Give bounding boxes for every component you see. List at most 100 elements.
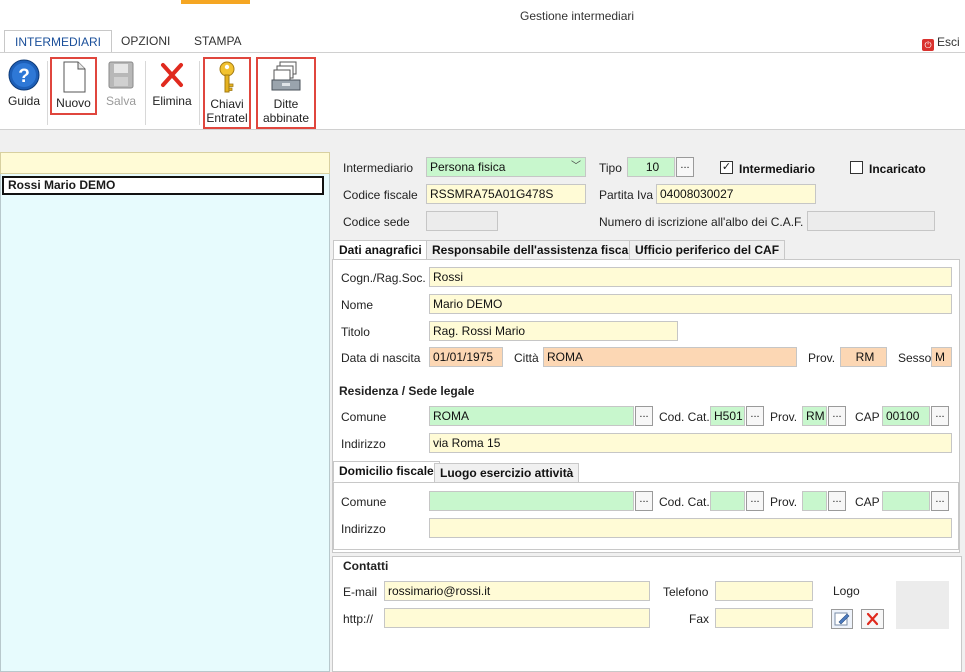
email-field[interactable]: rossimario@rossi.it: [384, 581, 650, 601]
new-document-icon: [63, 61, 85, 93]
tipo-field[interactable]: 10: [627, 157, 675, 177]
residenza-cap-label: CAP: [855, 410, 880, 424]
chiavi-label-2: Entratel: [206, 111, 248, 125]
fax-label: Fax: [689, 612, 710, 626]
domicilio-comune-lookup[interactable]: ...: [635, 491, 653, 511]
tab-domicilio-fiscale[interactable]: Domicilio fiscale: [333, 461, 440, 482]
domicilio-codcat-lookup[interactable]: ...: [746, 491, 764, 511]
residenza-codcat-label: Cod. Cat.: [659, 410, 710, 424]
list-filter-header[interactable]: [0, 152, 330, 174]
cognome-field[interactable]: Rossi: [429, 267, 952, 287]
nuovo-button[interactable]: Nuovo: [50, 57, 97, 115]
elimina-button[interactable]: Elimina: [151, 59, 193, 108]
domicilio-codcat-field[interactable]: [710, 491, 745, 511]
sesso-field[interactable]: M: [931, 347, 952, 367]
intermediario-select[interactable]: Persona fisica ﹀: [426, 157, 586, 177]
residenza-cap-field[interactable]: 00100: [882, 406, 930, 426]
svg-text:?: ?: [18, 66, 30, 87]
citta-field[interactable]: ROMA: [543, 347, 797, 367]
tab-opzioni[interactable]: OPZIONI: [111, 30, 180, 53]
tab-ufficio-periferico[interactable]: Ufficio periferico del CAF: [629, 240, 786, 260]
toolbar-separator: [199, 61, 200, 125]
intermediario-checkbox[interactable]: ✓: [720, 161, 733, 174]
domicilio-cap-lookup[interactable]: ...: [931, 491, 949, 511]
chiavi-entratel-button[interactable]: Chiavi Entratel: [203, 57, 251, 129]
residenza-comune-field[interactable]: ROMA: [429, 406, 634, 426]
titolo-field[interactable]: Rag. Rossi Mario: [429, 321, 678, 341]
tipo-lookup-button[interactable]: ...: [676, 157, 694, 177]
data-nascita-field[interactable]: 01/01/1975: [429, 347, 503, 367]
residenza-indirizzo-field[interactable]: via Roma 15: [429, 433, 952, 453]
residenza-prov-label: Prov.: [770, 410, 798, 424]
residenza-comune-lookup[interactable]: ...: [635, 406, 653, 426]
residenza-prov-lookup[interactable]: ...: [828, 406, 846, 426]
domicilio-comune-label: Comune: [341, 495, 387, 509]
telefono-field[interactable]: [715, 581, 813, 601]
ditte-label-1: Ditte: [273, 97, 299, 111]
intermediari-list[interactable]: [0, 152, 330, 672]
domicilio-indirizzo-field[interactable]: [429, 518, 952, 538]
incaricato-checkbox[interactable]: [850, 161, 863, 174]
domicilio-codcat-label: Cod. Cat.: [659, 495, 710, 509]
tab-luogo-esercizio[interactable]: Luogo esercizio attività: [434, 463, 580, 483]
residenza-codcat-field[interactable]: H501: [710, 406, 745, 426]
intermediario-value: Persona fisica: [430, 160, 506, 174]
domicilio-comune-field[interactable]: [429, 491, 634, 511]
help-icon: ?: [8, 59, 40, 91]
exit-button[interactable]: ⏻ Esci: [922, 35, 960, 51]
logo-image-box[interactable]: [896, 581, 949, 629]
card-file-icon: [271, 61, 301, 91]
residenza-codcat-lookup[interactable]: ...: [746, 406, 764, 426]
key-icon: [219, 61, 235, 93]
delete-x-icon: [866, 612, 879, 626]
exit-label: Esci: [937, 35, 960, 49]
tab-stampa[interactable]: STAMPA: [184, 30, 252, 53]
logo-edit-button[interactable]: [831, 609, 853, 629]
telefono-label: Telefono: [663, 585, 709, 599]
guida-label: Guida: [7, 94, 41, 108]
intermediario-label: Intermediario: [343, 161, 414, 175]
codice-sede-field[interactable]: [426, 211, 498, 231]
guida-button[interactable]: ? Guida: [5, 59, 43, 108]
cognome-label: Cogn./Rag.Soc.: [341, 271, 426, 285]
incaricato-checkbox-label: Incaricato: [869, 162, 926, 176]
sesso-label: Sesso: [898, 351, 932, 365]
nuovo-label: Nuovo: [56, 96, 91, 110]
residenza-section-title: Residenza / Sede legale: [339, 384, 475, 398]
domicilio-indirizzo-label: Indirizzo: [341, 522, 386, 536]
data-nascita-label: Data di nascita: [341, 351, 421, 365]
ditte-abbinate-button[interactable]: Ditte abbinate: [256, 57, 316, 129]
titolo-label: Titolo: [341, 325, 370, 339]
contatti-section-title: Contatti: [343, 559, 389, 573]
numero-iscrizione-field[interactable]: [807, 211, 935, 231]
domicilio-prov-lookup[interactable]: ...: [828, 491, 846, 511]
chevron-down-icon: ﹀: [571, 161, 581, 172]
power-icon: ⏻: [922, 39, 934, 51]
tab-dati-anagrafici[interactable]: Dati anagrafici: [333, 240, 428, 260]
prov-nascita-field[interactable]: RM: [840, 347, 887, 367]
tipo-label: Tipo: [599, 161, 622, 175]
http-label: http://: [343, 612, 374, 626]
list-item[interactable]: Rossi Mario DEMO: [2, 176, 324, 195]
toolbar-separator: [145, 61, 146, 125]
partita-iva-field[interactable]: 04008030027: [656, 184, 816, 204]
chiavi-label-1: Chiavi: [210, 97, 244, 111]
logo-delete-button[interactable]: [861, 609, 884, 629]
prov-nascita-label: Prov.: [808, 351, 836, 365]
fax-field[interactable]: [715, 608, 813, 628]
tab-intermediari[interactable]: INTERMEDIARI: [4, 30, 113, 53]
codice-fiscale-field[interactable]: RSSMRA75A01G478S: [426, 184, 586, 204]
domicilio-cap-field[interactable]: [882, 491, 930, 511]
residenza-prov-field[interactable]: RM: [802, 406, 827, 426]
email-label: E-mail: [343, 585, 378, 599]
elimina-label: Elimina: [152, 94, 192, 108]
domicilio-prov-field[interactable]: [802, 491, 827, 511]
residenza-cap-lookup[interactable]: ...: [931, 406, 949, 426]
ditte-label-2: abbinate: [262, 111, 310, 125]
salva-button[interactable]: Salva: [104, 59, 138, 108]
tab-responsabile-assistenza[interactable]: Responsabile dell'assistenza fiscale: [426, 240, 645, 260]
codice-fiscale-label: Codice fiscale: [343, 188, 418, 202]
website-field[interactable]: [384, 608, 650, 628]
nome-field[interactable]: Mario DEMO: [429, 294, 952, 314]
intermediario-checkbox-label: Intermediario: [739, 162, 816, 176]
